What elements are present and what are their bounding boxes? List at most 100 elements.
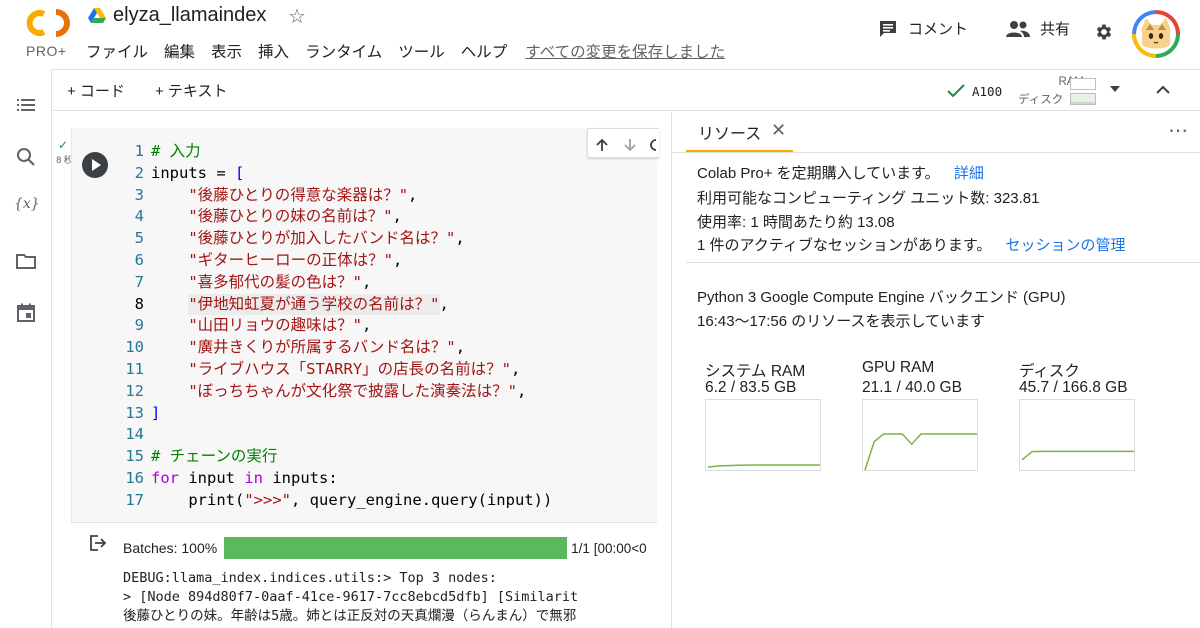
sessions-text: 1 件のアクティブなセッションがあります。 xyxy=(697,237,992,254)
output-icon[interactable] xyxy=(88,534,106,552)
usage-graph xyxy=(705,399,821,471)
menu-item[interactable]: 挿入 xyxy=(258,40,289,62)
code-line: 11 "ライブハウス「STARRY」の店長の名前は？", xyxy=(118,359,658,381)
code-line: 6 "ギターヒーローの正体は？", xyxy=(118,250,658,272)
variables-icon[interactable]: {x} xyxy=(14,196,40,216)
output-separator xyxy=(71,522,657,523)
code-line: 2 inputs = [ xyxy=(118,163,658,185)
graph-value: 21.1 / 40.0 GB xyxy=(862,379,962,396)
code-line: 13] xyxy=(118,403,658,425)
line-number: 7 xyxy=(134,272,144,291)
line-number: 2 xyxy=(134,163,144,182)
sessions-row: 1 件のアクティブなセッションがあります。 セッションの管理 xyxy=(697,234,1126,255)
star-icon[interactable]: ☆ xyxy=(288,4,306,29)
avatar[interactable] xyxy=(1132,10,1180,58)
line-number: 5 xyxy=(134,229,144,248)
code-token: , xyxy=(439,294,449,313)
code-token: [ xyxy=(235,163,245,182)
code-token: , xyxy=(392,207,402,226)
logo-subtitle: PRO+ xyxy=(26,43,67,59)
connected-check-icon xyxy=(947,84,965,98)
more-options-icon[interactable]: ⋯ xyxy=(1168,118,1189,143)
usage-rate: 使用率: 1 時間あたり約 13.08 xyxy=(697,214,895,231)
colab-logo[interactable]: PRO+ xyxy=(22,6,72,62)
code-token: in xyxy=(244,468,263,487)
search-icon[interactable] xyxy=(16,147,36,167)
link-icon[interactable] xyxy=(650,137,658,153)
save-status[interactable]: すべての変更を保存しました xyxy=(525,40,725,62)
debug-line: 後藤ひとりの妹。年齢は5歳。姉とは正反対の天真爛漫（らんまん）で無邪 xyxy=(123,608,577,624)
code-token: "ギターヒーローの正体は？" xyxy=(188,250,393,269)
line-number: 4 xyxy=(134,207,144,226)
code-line: 7 "喜多郁代の髪の色は？", xyxy=(118,272,658,294)
progress-bar xyxy=(224,537,568,559)
graph-value: 45.7 / 166.8 GB xyxy=(1019,379,1128,396)
menu-item[interactable]: 編集 xyxy=(164,40,195,62)
move-up-icon[interactable] xyxy=(594,137,610,153)
code-token: , xyxy=(510,359,521,378)
graph-value: 6.2 / 83.5 GB xyxy=(705,379,797,396)
code-line: 5 "後藤ひとりが加入したバンド名は？", xyxy=(118,228,658,250)
menu-item[interactable]: ツール xyxy=(398,40,445,62)
toc-icon[interactable] xyxy=(16,95,36,115)
menu-item[interactable]: 表示 xyxy=(211,40,242,62)
close-icon[interactable]: ✕ xyxy=(771,120,786,141)
code-token: print( xyxy=(151,490,245,509)
disk-label: ディスク xyxy=(1018,94,1064,106)
exec-check-icon: ✓ xyxy=(57,138,69,152)
code-token: "伊地知虹夏が通う学校の名前は？" xyxy=(188,293,440,316)
graph-title: ディスク xyxy=(1019,363,1080,380)
subscription-text: Colab Pro+ を定期購入しています。 xyxy=(697,165,940,182)
folder-icon[interactable] xyxy=(16,251,36,271)
accelerator-label: A100 xyxy=(972,84,1003,99)
move-down-icon[interactable] xyxy=(622,137,638,153)
line-number: 17 xyxy=(125,490,144,509)
notebook-title[interactable]: elyza_llamaindex xyxy=(113,4,266,27)
graph-line xyxy=(864,433,977,471)
panel-divider xyxy=(686,262,1200,263)
line-number: 15 xyxy=(125,447,144,466)
code-token: "ライブハウス「STARRY」の店長の名前は？" xyxy=(188,359,511,378)
add-code-button[interactable]: + コード xyxy=(67,80,125,101)
menu-item[interactable]: ランタイム xyxy=(305,40,382,62)
run-cell-button[interactable] xyxy=(82,152,108,178)
calendar-icon[interactable] xyxy=(16,303,36,323)
code-token: , xyxy=(455,229,465,248)
manage-sessions-link[interactable]: セッションの管理 xyxy=(1006,237,1126,254)
line-number: 12 xyxy=(125,381,144,400)
backend-info: Python 3 Google Compute Engine バックエンド (G… xyxy=(697,289,1066,306)
graph-title: GPU RAM xyxy=(862,359,935,376)
code-token: "喜多郁代の髪の色は？" xyxy=(188,272,362,291)
chevron-up-icon[interactable] xyxy=(1153,80,1173,100)
tab-resources[interactable]: リソース xyxy=(698,120,761,144)
progress-status: 1/1 [00:00<0 xyxy=(571,540,647,556)
resources-panel: リソース ✕ ⋯ Colab Pro+ を定期購入しています。 詳細 利用可能な… xyxy=(671,112,1200,628)
add-text-button[interactable]: + テキスト xyxy=(155,80,227,101)
comment-button[interactable]: コメント xyxy=(878,18,968,39)
code-line: 12 "ぼっちちゃんが文化祭で披露した演奏法は？", xyxy=(118,381,658,403)
code-line: 8 "伊地知虹夏が通う学校の名前は？", xyxy=(118,293,658,316)
code-editor[interactable]: 1 # 入力 2 inputs = [3 "後藤ひとりの得意な楽器は？", 4 "後藤ひ… xyxy=(118,141,658,512)
panel-divider-top xyxy=(672,152,1200,153)
share-button[interactable]: 共有 xyxy=(1006,18,1070,39)
debug-line: DEBUG:llama_index.indices.utils:> Top 3 … xyxy=(123,570,497,586)
code-token: ">>>" xyxy=(244,490,291,509)
menu-item[interactable]: ヘルプ xyxy=(461,40,508,62)
drive-icon[interactable] xyxy=(88,8,106,24)
details-link[interactable]: 詳細 xyxy=(954,165,984,182)
menu-item[interactable]: ファイル xyxy=(86,40,148,62)
app-header: PRO+ elyza_llamaindex ☆ ファイル 編集 表示 挿入 ランタイムツ… xyxy=(0,0,1200,68)
line-number: 1 xyxy=(134,142,144,160)
gear-icon[interactable] xyxy=(1094,22,1114,42)
colab-logo-icon xyxy=(26,9,70,37)
dropdown-icon[interactable] xyxy=(1109,84,1121,94)
line-number: 8 xyxy=(134,294,144,313)
subscription-row: Colab Pro+ を定期購入しています。 詳細 xyxy=(697,162,984,183)
code-token: "後藤ひとりが加入したバンド名は？" xyxy=(188,229,456,248)
code-token: , query_engine.query(input)) xyxy=(291,490,553,509)
disk-meter xyxy=(1070,93,1096,105)
code-cell[interactable]: 1 # 入力 2 inputs = [3 "後藤ひとりの得意な楽器は？", 4 "後藤ひ… xyxy=(71,128,659,522)
usage-graph xyxy=(862,399,978,471)
